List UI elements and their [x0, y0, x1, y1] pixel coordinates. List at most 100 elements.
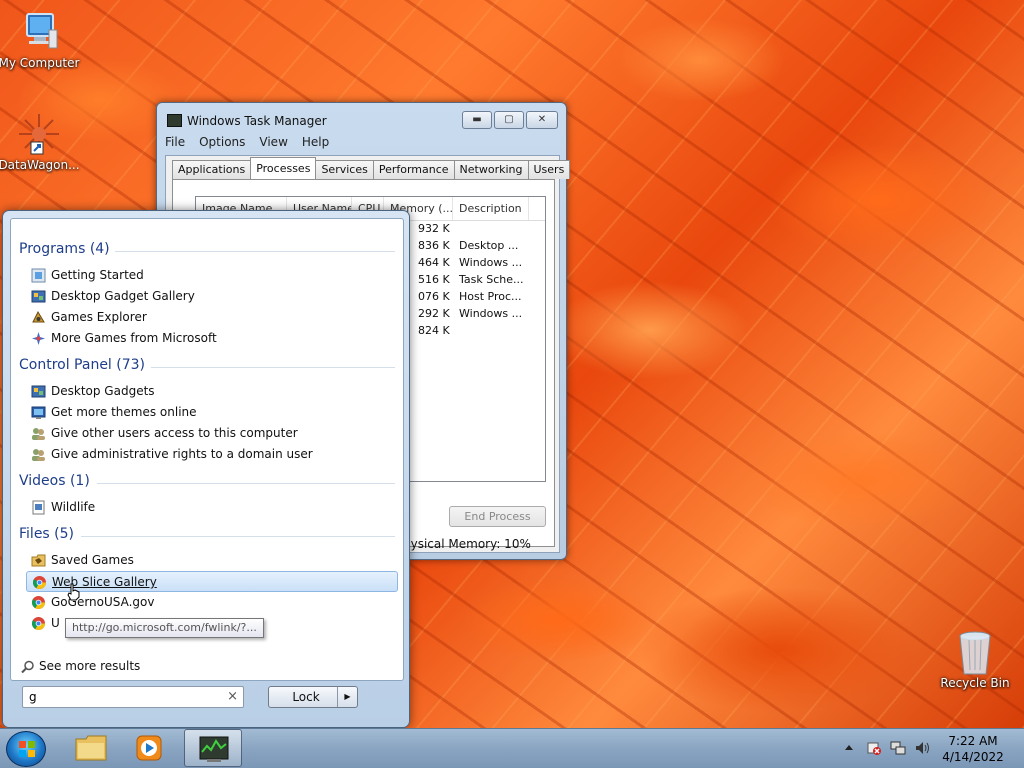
tab-networking[interactable]: Networking	[453, 160, 529, 179]
tab-strip: Applications Processes Services Performa…	[172, 157, 571, 179]
group-divider	[151, 367, 395, 368]
description-cell: Task Sche...	[459, 273, 524, 286]
menu-options[interactable]: Options	[199, 135, 245, 149]
end-process-button[interactable]: End Process	[449, 506, 546, 527]
desktop-icon-label: DataWagon...	[0, 158, 80, 172]
users-icon	[31, 426, 46, 441]
show-hidden-icons-icon[interactable]	[844, 743, 854, 753]
column-description[interactable]: Description	[453, 197, 529, 220]
see-more-results-link[interactable]: See more results	[21, 659, 140, 674]
task-manager-app-icon	[167, 114, 182, 127]
group-heading-control-panel[interactable]: Control Panel (73)	[19, 357, 145, 373]
tab-services[interactable]: Services	[315, 160, 374, 179]
window-title: Windows Task Manager	[187, 114, 327, 128]
more-games-icon	[31, 331, 46, 346]
lock-button-label: Lock	[292, 690, 320, 704]
list-item[interactable]: Saved Games	[26, 550, 398, 571]
video-file-icon	[31, 500, 46, 515]
desktop-icon-label: Recycle Bin	[940, 676, 1010, 690]
getting-started-icon	[31, 268, 46, 283]
list-item[interactable]: Web Slice Gallery	[26, 571, 398, 592]
hand-cursor-icon	[67, 583, 80, 601]
description-cell: Windows ...	[459, 256, 523, 269]
group-divider	[97, 483, 395, 484]
description-cell: Windows ...	[459, 307, 523, 320]
network-icon[interactable]	[890, 740, 906, 756]
memory-cell: 824 K	[418, 324, 450, 337]
task-manager-icon	[199, 736, 229, 762]
action-center-icon[interactable]	[866, 740, 882, 756]
minimize-button[interactable]: ▬	[462, 111, 492, 129]
volume-icon[interactable]	[914, 740, 930, 756]
chrome-icon	[32, 575, 47, 590]
list-item[interactable]: GoGernoUSA.gov	[26, 592, 398, 613]
clock-date: 4/14/2022	[942, 750, 1004, 764]
clear-search-icon[interactable]: ×	[227, 687, 238, 707]
desktop-icon-label: My Computer	[0, 56, 80, 70]
url-tooltip: http://go.microsoft.com/fwlink/?...	[65, 618, 264, 638]
menu-bar: File Options View Help	[165, 135, 329, 149]
tab-performance[interactable]: Performance	[372, 160, 455, 179]
desktop-gadgets-icon	[31, 384, 46, 399]
start-menu[interactable]: Programs (4) Getting Started Desktop Gad…	[2, 210, 410, 728]
shutdown-options-arrow-icon[interactable]: ▶	[337, 687, 357, 707]
list-item[interactable]: More Games from Microsoft	[26, 328, 398, 349]
memory-cell: 464 K	[418, 256, 450, 269]
computer-icon	[17, 10, 61, 54]
search-results-pane: Programs (4) Getting Started Desktop Gad…	[10, 218, 404, 681]
group-divider	[81, 536, 395, 537]
clock-time: 7:22 AM	[948, 734, 998, 748]
list-item[interactable]: Desktop Gadget Gallery	[26, 286, 398, 307]
themes-icon	[31, 405, 46, 420]
memory-cell: 292 K	[418, 307, 450, 320]
menu-help[interactable]: Help	[302, 135, 329, 149]
list-item[interactable]: Games Explorer	[26, 307, 398, 328]
folder-icon	[31, 553, 46, 568]
close-button[interactable]: ✕	[526, 111, 558, 129]
magnifier-icon	[21, 660, 34, 674]
description-cell: Host Proc...	[459, 290, 522, 303]
list-item[interactable]: Give administrative rights to a domain u…	[26, 444, 398, 465]
lock-button[interactable]: Lock ▶	[268, 686, 358, 708]
windows-logo-icon	[19, 741, 35, 757]
games-explorer-icon	[31, 310, 46, 325]
gadget-gallery-icon	[31, 289, 46, 304]
memory-cell: 076 K	[418, 290, 450, 303]
tab-processes[interactable]: Processes	[250, 157, 317, 179]
group-heading-programs[interactable]: Programs (4)	[19, 241, 110, 257]
tab-users[interactable]: Users	[527, 160, 571, 179]
system-clock[interactable]: 7:22 AM 4/14/2022	[932, 733, 1014, 765]
menu-view[interactable]: View	[259, 135, 287, 149]
desktop-icon-my-computer[interactable]: My Computer	[0, 10, 80, 70]
memory-cell: 516 K	[418, 273, 450, 286]
status-physical-memory: hysical Memory: 10%	[403, 537, 531, 551]
group-heading-videos[interactable]: Videos (1)	[19, 473, 90, 489]
desktop-icon-datawagon[interactable]: DataWagon...	[0, 112, 80, 172]
list-item[interactable]: Getting Started	[26, 265, 398, 286]
taskbar-task-manager-button[interactable]	[184, 729, 242, 767]
list-item[interactable]: Get more themes online	[26, 402, 398, 423]
taskbar-media-player-button[interactable]	[120, 729, 178, 767]
group-heading-files[interactable]: Files (5)	[19, 526, 74, 542]
search-input[interactable]: g ×	[22, 686, 244, 708]
menu-file[interactable]: File	[165, 135, 185, 149]
media-player-icon	[136, 735, 162, 761]
list-item[interactable]: Give other users access to this computer	[26, 423, 398, 444]
datawagon-icon	[17, 112, 61, 156]
memory-cell: 836 K	[418, 239, 450, 252]
restore-button[interactable]: ▢	[494, 111, 524, 129]
list-item[interactable]: Desktop Gadgets	[26, 381, 398, 402]
recycle-bin-icon	[953, 630, 997, 675]
search-input-value: g	[29, 690, 37, 704]
folder-icon	[75, 735, 107, 761]
taskbar-explorer-button[interactable]	[62, 729, 120, 767]
tab-applications[interactable]: Applications	[172, 160, 252, 179]
desktop-icon-recycle-bin[interactable]: Recycle Bin	[934, 630, 1016, 690]
memory-cell: 932 K	[418, 222, 450, 235]
list-item[interactable]: Wildlife	[26, 497, 398, 518]
start-button[interactable]	[6, 731, 46, 767]
chrome-icon	[31, 616, 46, 631]
group-divider	[115, 251, 395, 252]
description-cell: Desktop ...	[459, 239, 519, 252]
chrome-icon	[31, 595, 46, 610]
